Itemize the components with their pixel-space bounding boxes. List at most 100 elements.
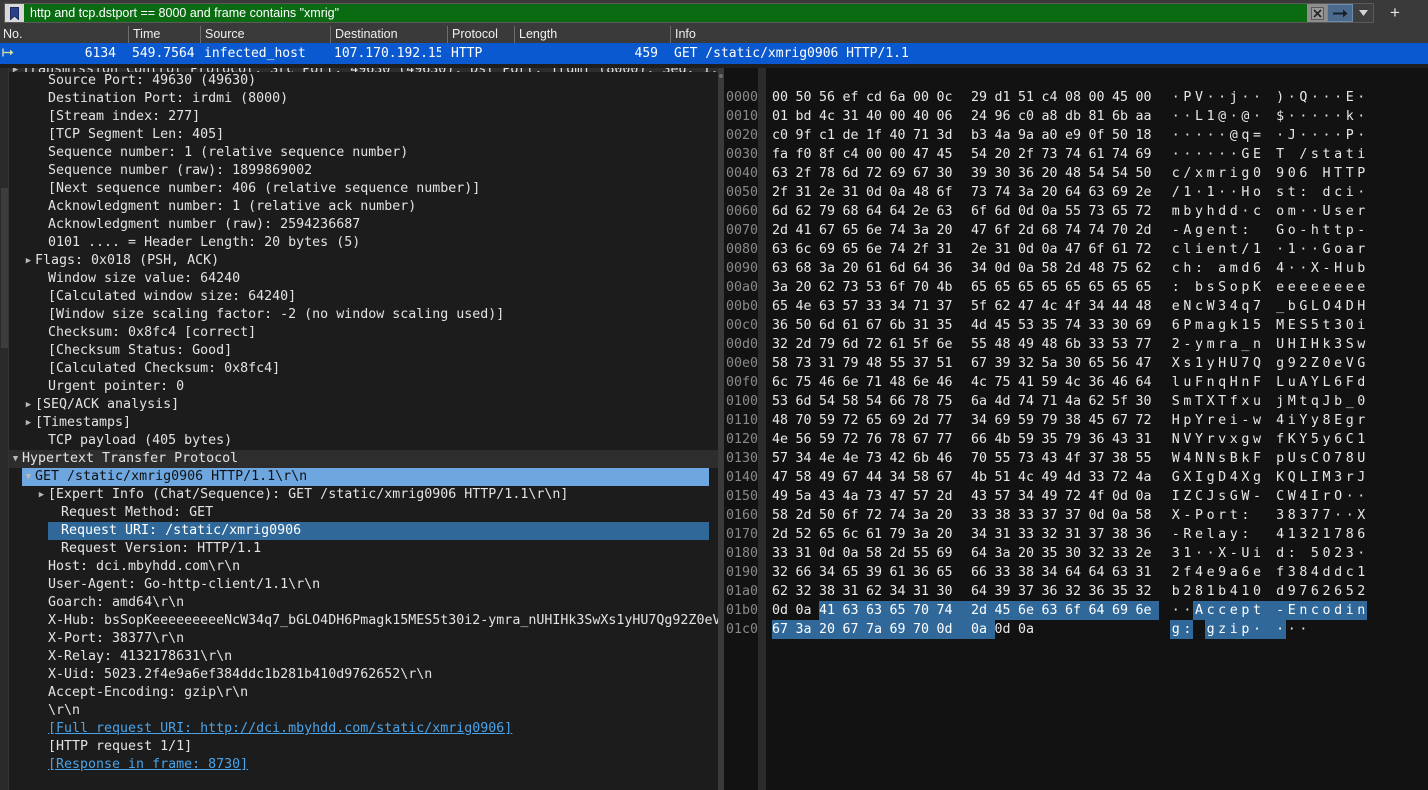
hex-dump-row[interactable]: 0080636c69656e742f31 2e310d0a476f6172cli…: [724, 240, 1428, 259]
hex-dump-row[interactable]: 01c0673a20677a69700d 0a0d0ag: gzip· ···: [724, 620, 1428, 639]
detail-tree-row[interactable]: X-Hub: bsSopKeeeeeeeeeNcW34q7_bGLO4DH6Pm…: [9, 612, 720, 630]
detail-tree-row[interactable]: Request Method: GET: [9, 504, 720, 522]
chevron-down-icon[interactable]: ▼: [22, 468, 35, 486]
display-filter-input[interactable]: [24, 4, 1307, 22]
detail-tree-row[interactable]: Sequence number (raw): 1899869002: [9, 162, 720, 180]
hex-dump-row[interactable]: 009063683a20616d6436 340d0a582d487562ch:…: [724, 259, 1428, 278]
detail-tree-row[interactable]: \r\n: [9, 702, 720, 720]
detail-tree-row[interactable]: X-Relay: 4132178631\r\n: [9, 648, 720, 666]
detail-tree-row[interactable]: [Full request URI: http://dci.mbyhdd.com…: [9, 720, 720, 738]
hex-dump-row[interactable]: 0040632f786d72696730 3930362048545450c/x…: [724, 164, 1428, 183]
column-header-destination[interactable]: Destination: [330, 26, 447, 43]
column-header-protocol[interactable]: Protocol: [447, 26, 514, 43]
detail-tree-row[interactable]: Acknowledgment number: 1 (relative ack n…: [9, 198, 720, 216]
hex-dump-row[interactable]: 00502f312e310d0a486f 73743a206463692e/1·…: [724, 183, 1428, 202]
tree-indent-spacer: [35, 432, 48, 450]
detail-tree-row[interactable]: [Calculated window size: 64240]: [9, 288, 720, 306]
packet-list[interactable]: No.TimeSourceDestinationProtocolLengthIn…: [0, 26, 1428, 68]
detail-tree-row[interactable]: [Window size scaling factor: -2 (no wind…: [9, 306, 720, 324]
detail-tree-row[interactable]: [HTTP request 1/1]: [9, 738, 720, 756]
detail-tree-row[interactable]: ▼GET /static/xmrig0906 HTTP/1.1\r\n: [9, 468, 720, 486]
detail-tree-row[interactable]: Request URI: /static/xmrig0906: [9, 522, 720, 540]
detail-tree-row[interactable]: Host: dci.mbyhdd.com\r\n: [9, 558, 720, 576]
apply-filter-icon[interactable]: [1327, 4, 1353, 22]
chevron-down-icon[interactable]: [1353, 4, 1373, 22]
hex-dump-row[interactable]: 0160582d506f72743a20 33383337370d0a58X-P…: [724, 506, 1428, 525]
detail-tree-row[interactable]: User-Agent: Go-http-client/1.1\r\n: [9, 576, 720, 594]
add-filter-button[interactable]: +: [1384, 2, 1406, 24]
detail-tree-row[interactable]: Urgent pointer: 0: [9, 378, 720, 396]
hex-dump-row[interactable]: 001001bd4c3140004006 2496c0a8db816baa··L…: [724, 107, 1428, 126]
hex-dump-row[interactable]: 00f06c75466e71486e46 4c7541594c364664luF…: [724, 373, 1428, 392]
hex-dump-row[interactable]: 00606d62796864642e63 6f6d0d0a55736572mby…: [724, 202, 1428, 221]
hex-dump-row[interactable]: 00a03a206273536f704b 6565656565656565: b…: [724, 278, 1428, 297]
detail-tree-row[interactable]: TCP payload (405 bytes): [9, 432, 720, 450]
packet-bytes-pane[interactable]: 0000005056efcd6a000c 29d151c408004500·PV…: [724, 68, 1428, 790]
hex-dump-row[interactable]: 0020c09fc1de1f40713d b34a9aa0e90f5018···…: [724, 126, 1428, 145]
detail-tree-row[interactable]: [Calculated Checksum: 0x8fc4]: [9, 360, 720, 378]
column-header-no[interactable]: No.: [0, 26, 128, 43]
detail-tree-row[interactable]: 0101 .... = Header Length: 20 bytes (5): [9, 234, 720, 252]
detail-tree-row[interactable]: ▶Flags: 0x018 (PSH, ACK): [9, 252, 720, 270]
hex-dump-row[interactable]: 013057344e4e73426b46 705573434f373855W4N…: [724, 449, 1428, 468]
detail-tree-row[interactable]: [Stream index: 277]: [9, 108, 720, 126]
hex-dump-row[interactable]: 0100536d545854667875 6a4d74714a625f30SmT…: [724, 392, 1428, 411]
packet-details-pane[interactable]: ▶Transmission Control Protocol, Src Port…: [0, 68, 720, 790]
chevron-right-icon[interactable]: ▶: [22, 414, 35, 432]
column-header-length[interactable]: Length: [514, 26, 670, 43]
detail-tree-row[interactable]: ▶[Expert Info (Chat/Sequence): GET /stat…: [9, 486, 720, 504]
detail-tree-row[interactable]: ▶[Timestamps]: [9, 414, 720, 432]
hex-dump-row[interactable]: 00b0654e635733347137 5f62474c4f344448eNc…: [724, 297, 1428, 316]
detail-tree-row[interactable]: ▶[SEQ/ACK analysis]: [9, 396, 720, 414]
hex-dump-row[interactable]: 0150495a434a7347572d 43573449724f0d0aIZC…: [724, 487, 1428, 506]
hex-bytes: 536d545854667875 6a4d74714a625f30: [772, 392, 1159, 411]
display-filter-box[interactable]: [4, 3, 1374, 23]
packet-detail-tree[interactable]: ▶Transmission Control Protocol, Src Port…: [9, 68, 720, 790]
detail-tree-row[interactable]: [Checksum Status: Good]: [9, 342, 720, 360]
hex-dump-row[interactable]: 01903266346539613665 66333834646463312f4…: [724, 563, 1428, 582]
detail-tree-row[interactable]: [Response in frame: 8730]: [9, 756, 720, 774]
hex-dump-row[interactable]: 00702d4167656e743a20 476f2d687474702d-Ag…: [724, 221, 1428, 240]
chevron-right-icon[interactable]: ▶: [35, 486, 48, 504]
detail-tree-row[interactable]: Source Port: 49630 (49630): [9, 72, 720, 90]
hex-dump-row[interactable]: 01b00d0a416363657074 2d456e636f64696e··A…: [724, 601, 1428, 620]
hex-dump-row[interactable]: 01204e56597276786777 664b593579364331NVY…: [724, 430, 1428, 449]
detail-tree-row[interactable]: Window size value: 64240: [9, 270, 720, 288]
detail-tree-row[interactable]: Acknowledgment number (raw): 2594236687: [9, 216, 720, 234]
column-header-source[interactable]: Source: [200, 26, 330, 43]
hex-bytes: 3a206273536f704b 6565656565656565: [772, 278, 1159, 297]
detail-tree-row[interactable]: ▼Hypertext Transfer Protocol: [9, 450, 720, 468]
chevron-right-icon[interactable]: ▶: [22, 252, 35, 270]
bookmark-icon[interactable]: [5, 4, 24, 22]
detail-tree-row[interactable]: Accept-Encoding: gzip\r\n: [9, 684, 720, 702]
detail-tree-row[interactable]: Request Version: HTTP/1.1: [9, 540, 720, 558]
hex-dump-row[interactable]: 0030faf08fc400004745 54202f7374617469···…: [724, 145, 1428, 164]
detail-tree-row[interactable]: Destination Port: irdmi (8000): [9, 90, 720, 108]
hex-dump-rows[interactable]: 0000005056efcd6a000c 29d151c408004500·PV…: [724, 88, 1428, 639]
detail-tree-row[interactable]: Sequence number: 1 (relative sequence nu…: [9, 144, 720, 162]
details-vertical-scrollbar[interactable]: [0, 68, 9, 790]
hex-dump-row[interactable]: 01104870597265692d77 3469597938456772HpY…: [724, 411, 1428, 430]
chevron-right-icon[interactable]: ▶: [22, 396, 35, 414]
detail-tree-row[interactable]: X-Uid: 5023.2f4e9a6ef384ddc1b281b410d976…: [9, 666, 720, 684]
hex-dump-row[interactable]: 018033310d0a582d5569 643a20353032332e31·…: [724, 544, 1428, 563]
details-scrollbar-thumb[interactable]: [1, 188, 8, 348]
hex-dump-row[interactable]: 00d0322d796d72615f6e 554849486b3353772-y…: [724, 335, 1428, 354]
hex-dump-row[interactable]: 01702d52656c61793a20 3431333231373836-Re…: [724, 525, 1428, 544]
hex-dump-row[interactable]: 00c036506d61676b3135 4d455335743330696Pm…: [724, 316, 1428, 335]
detail-tree-row[interactable]: Checksum: 0x8fc4 [correct]: [9, 324, 720, 342]
packet-list-header[interactable]: No.TimeSourceDestinationProtocolLengthIn…: [0, 26, 1428, 43]
detail-tree-row[interactable]: [Next sequence number: 406 (relative seq…: [9, 180, 720, 198]
detail-tree-row[interactable]: [TCP Segment Len: 405]: [9, 126, 720, 144]
detail-tree-row[interactable]: Goarch: amd64\r\n: [9, 594, 720, 612]
table-row[interactable]: 6134549.756479infected_host107.170.192.1…: [0, 43, 1428, 64]
column-header-info[interactable]: Info: [670, 26, 1428, 43]
clear-filter-icon[interactable]: [1307, 4, 1327, 22]
chevron-down-icon[interactable]: ▼: [9, 450, 22, 468]
detail-tree-row[interactable]: X-Port: 38377\r\n: [9, 630, 720, 648]
hex-dump-row[interactable]: 01404758496744345867 4b514c494d33724aGXI…: [724, 468, 1428, 487]
column-header-time[interactable]: Time: [128, 26, 200, 43]
hex-dump-row[interactable]: 01a06232383162343130 6439373632363532b28…: [724, 582, 1428, 601]
hex-dump-row[interactable]: 0000005056efcd6a000c 29d151c408004500·PV…: [724, 88, 1428, 107]
hex-dump-row[interactable]: 00e05873317948553751 6739325a30655647Xs1…: [724, 354, 1428, 373]
